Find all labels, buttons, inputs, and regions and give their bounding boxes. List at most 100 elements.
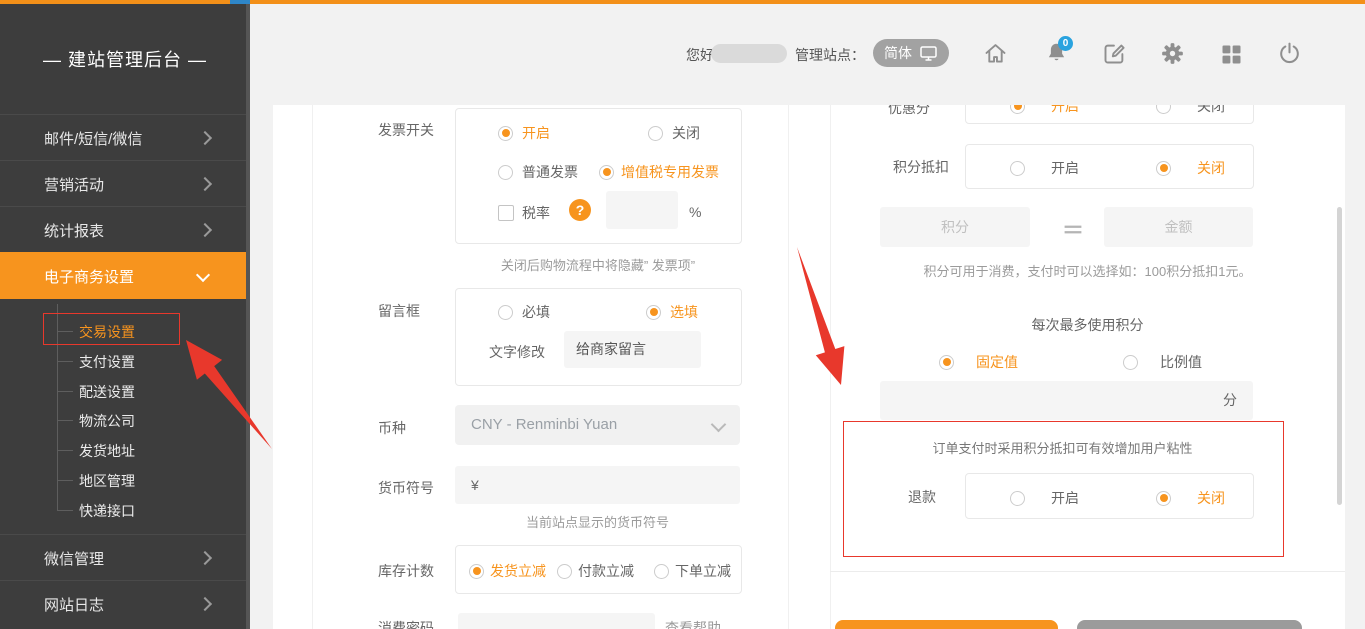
radio-selected-icon[interactable] [498, 126, 513, 141]
view-help-link[interactable]: 查看帮助 [665, 618, 721, 629]
points-deduct-label: 积分抵扣 [893, 157, 949, 177]
pane-divider [312, 105, 313, 629]
percent-sign: % [689, 204, 701, 220]
invoice-normal-option[interactable]: 普通发票 [498, 162, 578, 182]
tree-tick [57, 420, 73, 421]
stock-ship-option[interactable]: 发货立减 [469, 561, 546, 581]
settings-gear-icon[interactable] [1159, 40, 1186, 67]
refund-on-option[interactable]: 开启 [1010, 488, 1079, 508]
chevron-down-icon [196, 268, 210, 282]
message-optional-option[interactable]: 选填 [646, 302, 698, 322]
site-language-button[interactable]: 简体 [873, 39, 949, 67]
monitor-icon [920, 45, 938, 62]
fixed-value-label: 固定值 [976, 352, 1018, 372]
radio-icon[interactable] [654, 564, 669, 579]
sidebar-subitem-payment-settings[interactable]: 支付设置 [79, 352, 135, 372]
chevron-down-icon [711, 417, 727, 433]
radio-icon[interactable] [498, 305, 513, 320]
stock-order-option[interactable]: 下单立减 [654, 561, 731, 581]
radio-icon[interactable] [1010, 161, 1025, 176]
radio-icon[interactable] [1010, 491, 1025, 506]
ratio-value-option[interactable]: 比例值 [1123, 352, 1202, 372]
stock-ship-label: 发货立减 [490, 561, 546, 581]
equals-sign: ＝ [1053, 213, 1093, 245]
site-language-label: 简体 [884, 43, 912, 63]
edit-icon[interactable] [1101, 40, 1128, 67]
tax-rate-input[interactable] [606, 191, 678, 229]
radio-icon[interactable] [1123, 355, 1138, 370]
max-points-input[interactable]: 分 [880, 381, 1253, 420]
invoice-off-option[interactable]: 关闭 [648, 123, 700, 143]
greeting-text: 您好 [686, 45, 714, 65]
partial-top-group: 开启 关闭 [965, 105, 1254, 124]
invoice-vat-option[interactable]: 增值税专用发票 [599, 162, 719, 182]
apps-grid-icon[interactable] [1218, 41, 1245, 68]
stock-count-label: 库存计数 [378, 561, 434, 581]
radio-selected-icon[interactable] [646, 305, 661, 320]
points-deduct-group: 开启 关闭 [965, 144, 1254, 189]
message-required-option[interactable]: 必填 [498, 302, 550, 322]
amount-input[interactable]: 金额 [1104, 207, 1253, 247]
refund-group: 开启 关闭 [965, 473, 1254, 519]
currency-value: CNY - Renminbi Yuan [471, 416, 617, 433]
stock-pay-option[interactable]: 付款立减 [557, 561, 634, 581]
message-text-input[interactable]: 给商家留言 [564, 331, 701, 368]
currency-select[interactable]: CNY - Renminbi Yuan [455, 405, 740, 445]
fixed-value-option[interactable]: 固定值 [939, 352, 1018, 372]
primary-action-button[interactable] [835, 620, 1058, 629]
sidebar-item-ecommerce-settings[interactable]: 电子商务设置 [0, 252, 250, 299]
stock-pay-label: 付款立减 [578, 561, 634, 581]
partial-on-label: 开启 [1051, 105, 1079, 116]
points-input[interactable]: 积分 [880, 207, 1030, 247]
radio-icon[interactable] [557, 564, 572, 579]
currency-label: 币种 [378, 418, 406, 438]
radio-selected-icon[interactable] [1010, 105, 1025, 114]
home-icon[interactable] [982, 40, 1009, 67]
partial-off-label: 关闭 [1197, 105, 1225, 116]
help-question-icon[interactable]: ? [569, 199, 591, 221]
radio-selected-icon[interactable] [1156, 491, 1171, 506]
sidebar-subitem-delivery-settings[interactable]: 配送设置 [79, 382, 135, 402]
currency-symbol-input[interactable]: ¥ [455, 466, 740, 504]
secondary-action-button[interactable] [1077, 620, 1302, 629]
sidebar-subitem-region-management[interactable]: 地区管理 [79, 471, 135, 491]
radio-selected-icon[interactable] [939, 355, 954, 370]
invoice-on-option[interactable]: 开启 [498, 123, 550, 143]
sidebar-item-label: 电子商务设置 [44, 266, 134, 287]
deduct-on-option[interactable]: 开启 [1010, 158, 1079, 178]
partial-on-option[interactable]: 开启 [1010, 105, 1079, 116]
sidebar-item-label: 统计报表 [44, 220, 104, 241]
radio-selected-icon[interactable] [469, 564, 484, 579]
partial-off-option[interactable]: 关闭 [1156, 105, 1225, 116]
deduct-off-option[interactable]: 关闭 [1156, 158, 1225, 178]
radio-icon[interactable] [498, 165, 513, 180]
radio-selected-icon[interactable] [599, 165, 614, 180]
power-logout-icon[interactable] [1276, 40, 1303, 67]
checkbox-icon[interactable] [498, 205, 514, 221]
chevron-right-icon [198, 177, 212, 191]
sidebar-item-mail-sms-wechat[interactable]: 邮件/短信/微信 [0, 114, 250, 161]
sidebar-scrollbar[interactable] [246, 4, 250, 629]
sidebar-item-reports[interactable]: 统计报表 [0, 206, 250, 253]
deduct-note: 订单支付时采用积分抵扣可有效增加用户粘性 [843, 438, 1282, 457]
username-redacted [711, 44, 787, 63]
radio-selected-icon[interactable] [1156, 161, 1171, 176]
pay-password-input[interactable] [458, 613, 655, 629]
invoice-off-label: 关闭 [672, 123, 700, 143]
sidebar-subitem-express-interface[interactable]: 快递接口 [79, 501, 135, 521]
radio-icon[interactable] [648, 126, 663, 141]
sidebar-item-site-logs[interactable]: 网站日志 [0, 580, 250, 627]
message-box-label: 留言框 [378, 301, 420, 321]
radio-icon[interactable] [1156, 105, 1171, 114]
message-optional-label: 选填 [670, 302, 698, 322]
refund-off-option[interactable]: 关闭 [1156, 488, 1225, 508]
sidebar-item-wechat-management[interactable]: 微信管理 [0, 534, 250, 581]
pay-password-label: 消费密码 [378, 618, 434, 629]
invoice-vat-label: 增值税专用发票 [621, 162, 719, 182]
sidebar-subitem-shipping-address[interactable]: 发货地址 [79, 441, 135, 461]
tax-rate-option[interactable]: 税率 [498, 203, 550, 223]
sidebar-subitem-logistics-company[interactable]: 物流公司 [79, 411, 135, 431]
sidebar-item-marketing[interactable]: 营销活动 [0, 160, 250, 207]
vertical-scrollbar-thumb[interactable] [1337, 207, 1342, 505]
sidebar-item-label: 微信管理 [44, 548, 104, 569]
